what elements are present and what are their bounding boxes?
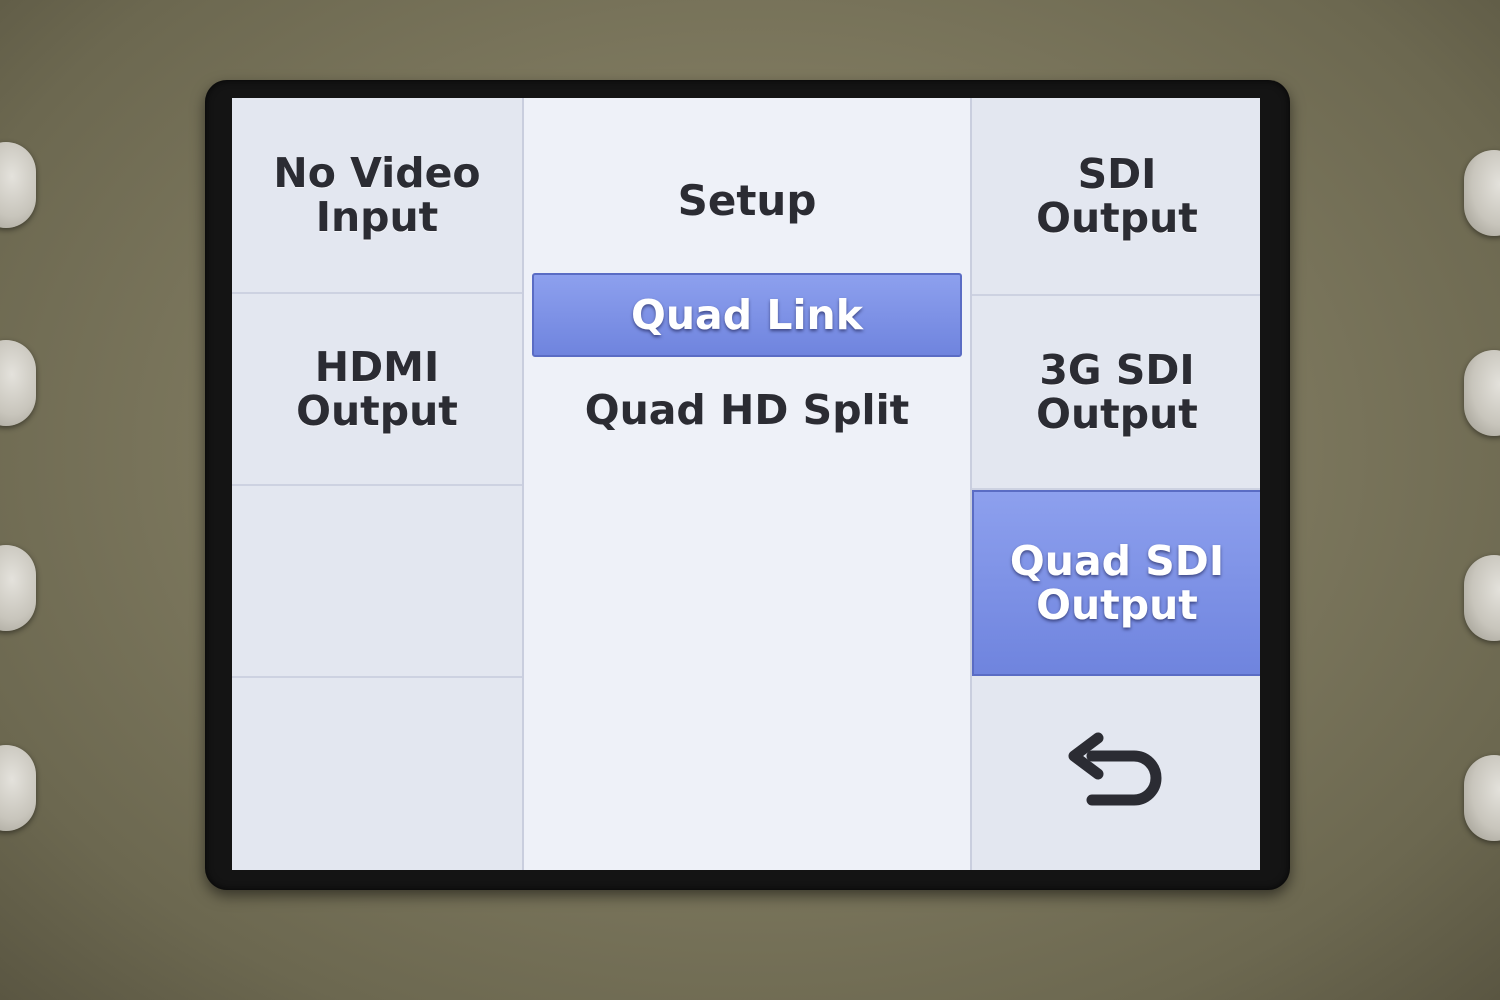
hardware-button-left-4[interactable] [0, 745, 36, 831]
hardware-button-right-1[interactable] [1464, 150, 1500, 236]
3g-sdi-output-button[interactable]: 3G SDI Output [972, 296, 1260, 490]
3g-sdi-output-label: 3G SDI Output [1036, 346, 1198, 438]
quad-sdi-output-label: Quad SDI Output [1009, 537, 1225, 629]
option-quad-hd-split-label: Quad HD Split [584, 386, 910, 434]
hardware-button-right-4[interactable] [1464, 755, 1500, 841]
setup-panel: Setup Quad Link Quad HD Split [524, 98, 970, 870]
hardware-button-left-2[interactable] [0, 340, 36, 426]
device-housing: No Video Input HDMI Output Setup Quad Li… [0, 0, 1500, 1000]
option-quad-link-label: Quad Link [631, 291, 863, 339]
video-input-status[interactable]: No Video Input [232, 98, 522, 294]
video-input-status-label: No Video Input [273, 149, 481, 241]
left-empty-slot-2[interactable] [232, 678, 522, 870]
back-button[interactable] [972, 676, 1260, 870]
setup-title: Setup [677, 176, 817, 225]
sdi-output-button[interactable]: SDI Output [972, 98, 1260, 296]
hardware-button-right-2[interactable] [1464, 350, 1500, 436]
hardware-button-right-3[interactable] [1464, 555, 1500, 641]
right-menu-column: SDI Output 3G SDI Output Quad SDI Output [970, 98, 1260, 870]
left-menu-column: No Video Input HDMI Output [232, 98, 524, 870]
option-quad-link[interactable]: Quad Link [532, 273, 962, 357]
left-empty-slot-1[interactable] [232, 486, 522, 678]
sdi-output-label: SDI Output [1036, 150, 1198, 242]
hardware-button-left-1[interactable] [0, 142, 36, 228]
lcd-screen: No Video Input HDMI Output Setup Quad Li… [232, 98, 1260, 870]
quad-sdi-output-button[interactable]: Quad SDI Output [972, 490, 1260, 676]
hdmi-output-button[interactable]: HDMI Output [232, 294, 522, 486]
back-arrow-icon [1068, 732, 1162, 806]
hdmi-output-label: HDMI Output [296, 343, 458, 435]
option-quad-hd-split[interactable]: Quad HD Split [532, 368, 962, 452]
hardware-button-left-3[interactable] [0, 545, 36, 631]
